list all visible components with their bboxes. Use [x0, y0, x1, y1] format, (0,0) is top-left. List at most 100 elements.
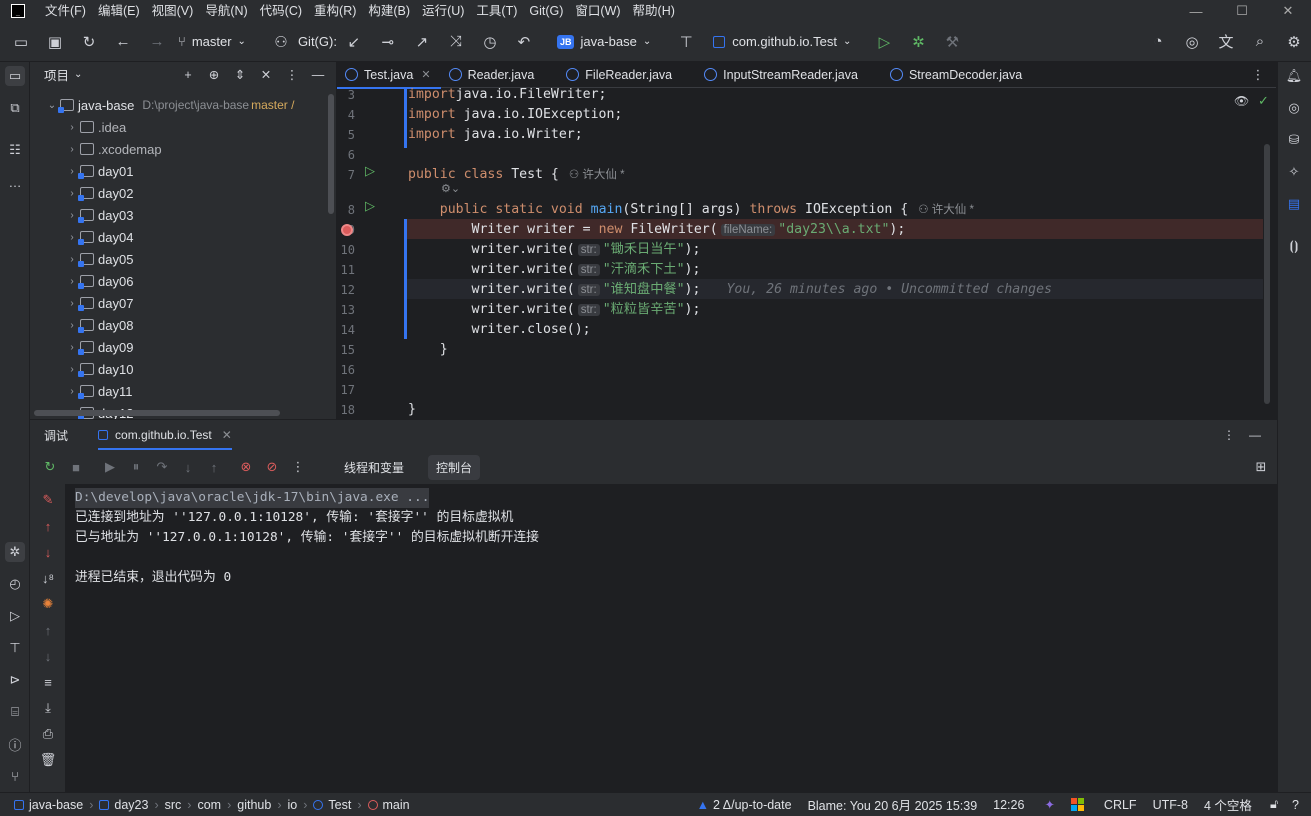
console-output[interactable]: D:\develop\java\oracle\jdk-17\bin\java.e…	[65, 484, 1277, 793]
menu-item[interactable]: 编辑(E)	[92, 0, 146, 22]
tree-item[interactable]: › day06	[64, 270, 133, 292]
line-separator[interactable]: CRLF	[1104, 798, 1137, 812]
bracket-icon[interactable]: ⦗⦘	[1284, 236, 1304, 256]
ai-assistant-icon[interactable]: ◎	[1175, 22, 1209, 62]
sort-icon[interactable]: ↓⁸	[38, 568, 58, 588]
collapse-all-icon[interactable]: ✕	[256, 65, 276, 85]
hide-icon[interactable]: —	[1245, 425, 1265, 445]
back-icon[interactable]: ←	[106, 22, 140, 62]
open-folder-icon[interactable]: ▭	[4, 22, 38, 62]
cursor-position[interactable]: 12:26	[993, 798, 1024, 812]
git-update-icon[interactable]: ↙	[337, 22, 371, 62]
lock-icon[interactable]: 🔓︎	[1270, 797, 1278, 812]
help-icon[interactable]: ?	[1292, 798, 1299, 812]
print-icon[interactable]: ⎙	[38, 724, 58, 744]
ai-chat-icon[interactable]: ◎	[1284, 98, 1304, 118]
commit-tool-icon[interactable]: ⧉	[5, 98, 25, 118]
menu-item[interactable]: Git(G)	[523, 0, 569, 22]
tree-item[interactable]: › day11	[64, 380, 132, 402]
branch-selector[interactable]: ⑂ master ⌄	[178, 22, 246, 62]
run-gutter-icon[interactable]: ▷	[365, 163, 375, 179]
menu-item[interactable]: 帮助(H)	[627, 0, 681, 22]
project-panel-title[interactable]: 项目	[44, 65, 69, 84]
mute-breakpoints-icon[interactable]: ⊘	[262, 457, 282, 477]
run-icon[interactable]: ▷	[867, 22, 901, 62]
trash-icon[interactable]: 🗑︎	[38, 750, 58, 770]
build-tool-icon[interactable]: ⊤	[669, 22, 703, 62]
scroll-to-end-icon[interactable]: ⤓	[38, 698, 58, 718]
vcs-status[interactable]: ▲ 2 Δ/up-to-date	[697, 798, 792, 812]
close-tab-icon[interactable]: ✕	[222, 428, 232, 442]
git-push-icon[interactable]: ↗	[405, 22, 439, 62]
tree-item[interactable]: › day03	[64, 204, 133, 226]
translate-icon[interactable]: 文	[1209, 22, 1243, 62]
tree-item[interactable]: › day04	[64, 226, 133, 248]
debug-tab[interactable]: 调试	[44, 427, 68, 444]
problems-icon[interactable]: ⓘ	[5, 734, 25, 754]
run-tool-icon[interactable]: ▷	[5, 606, 25, 626]
debug-tool-icon[interactable]: ✲	[5, 542, 25, 562]
sync-icon[interactable]: ↻	[72, 22, 106, 62]
view-breakpoints-icon[interactable]: ⊗	[236, 457, 256, 477]
pause-icon[interactable]: ⏸	[126, 457, 146, 477]
up-trace-icon[interactable]: ↑	[38, 516, 58, 536]
threads-icon[interactable]: ✺	[38, 594, 58, 614]
breadcrumb-item[interactable]: com	[193, 798, 225, 812]
git-tool-icon[interactable]: ⑂	[5, 766, 25, 786]
locate-icon[interactable]: ⊕	[204, 65, 224, 85]
menu-item[interactable]: 运行(U)	[416, 0, 470, 22]
file-encoding[interactable]: UTF-8	[1153, 798, 1188, 812]
maven-icon[interactable]: ▤	[1284, 194, 1304, 214]
tab-inputstreamreader[interactable]: InputStreamReader.java	[696, 62, 882, 88]
terminal-icon[interactable]: ⌸	[5, 702, 25, 722]
step-into-icon[interactable]: ↓	[178, 457, 198, 477]
tab-filereader[interactable]: FileReader.java	[558, 62, 696, 88]
project-tool-icon[interactable]: ▭	[5, 66, 25, 86]
more-tools-icon[interactable]: …	[5, 172, 25, 192]
options-icon[interactable]: ⋮	[282, 65, 302, 85]
tab-reader[interactable]: Reader.java	[441, 62, 559, 88]
vertical-scrollbar[interactable]	[328, 94, 334, 214]
options-icon[interactable]: ⋮	[1219, 425, 1239, 445]
layout-icon[interactable]: ⊞	[1251, 457, 1271, 477]
step-over-icon[interactable]: ↷	[152, 457, 172, 477]
menu-item[interactable]: 导航(N)	[199, 0, 253, 22]
menu-item[interactable]: 视图(V)	[146, 0, 200, 22]
blame-info[interactable]: Blame: You 20 6月 2025 15:39	[808, 795, 978, 814]
tree-item[interactable]: › .idea	[64, 116, 126, 138]
structure-tool-icon[interactable]: ☷	[5, 140, 25, 160]
resume-icon[interactable]: ▶	[100, 457, 120, 477]
services-icon[interactable]: ⊳	[5, 670, 25, 690]
editor-scrollbar[interactable]	[1264, 144, 1270, 404]
hide-icon[interactable]: —	[308, 65, 328, 85]
tree-item[interactable]: › day10	[64, 358, 133, 380]
menu-item[interactable]: 重构(R)	[308, 0, 362, 22]
run-config-selector[interactable]: com.github.io.Test ⌄	[713, 22, 851, 62]
minimize-icon[interactable]: —	[1173, 0, 1219, 22]
code-with-me-icon[interactable]: ◔	[1141, 22, 1175, 62]
menu-item[interactable]: 构建(B)	[362, 0, 416, 22]
build-tool-icon[interactable]: ⊤	[5, 638, 25, 658]
database-icon[interactable]: ⛁	[1284, 130, 1304, 150]
author-hint[interactable]: ⚇ 许大仙 *	[918, 204, 974, 216]
tree-item[interactable]: › day09	[64, 336, 133, 358]
clear-console-icon[interactable]: ✎	[38, 490, 58, 510]
breadcrumb-item[interactable]: github	[233, 798, 275, 812]
tree-item[interactable]: › .xcodemap	[64, 138, 161, 160]
breadcrumb-item[interactable]: src	[161, 798, 186, 812]
more-icon[interactable]: ⋮	[288, 457, 308, 477]
save-icon[interactable]: ▣	[38, 22, 72, 62]
history-icon[interactable]: ◷	[473, 22, 507, 62]
tree-item[interactable]: › day08	[64, 314, 133, 336]
git-commit-icon[interactable]: ⊸	[371, 22, 405, 62]
tree-item[interactable]: › day01	[64, 160, 133, 182]
search-icon[interactable]: ⌕	[1243, 22, 1277, 62]
tree-item[interactable]: › day05	[64, 248, 133, 270]
down-arrow-icon[interactable]: ↓	[38, 646, 58, 666]
profiler-icon[interactable]: ◴	[5, 574, 25, 594]
breadcrumb-item[interactable]: main	[364, 798, 414, 812]
user-icon[interactable]: ⚇	[264, 22, 298, 62]
author-hint[interactable]: ⚇ 许大仙 *	[569, 169, 625, 181]
expand-all-icon[interactable]: ⇕	[230, 65, 250, 85]
menu-item[interactable]: 文件(F)	[39, 0, 92, 22]
